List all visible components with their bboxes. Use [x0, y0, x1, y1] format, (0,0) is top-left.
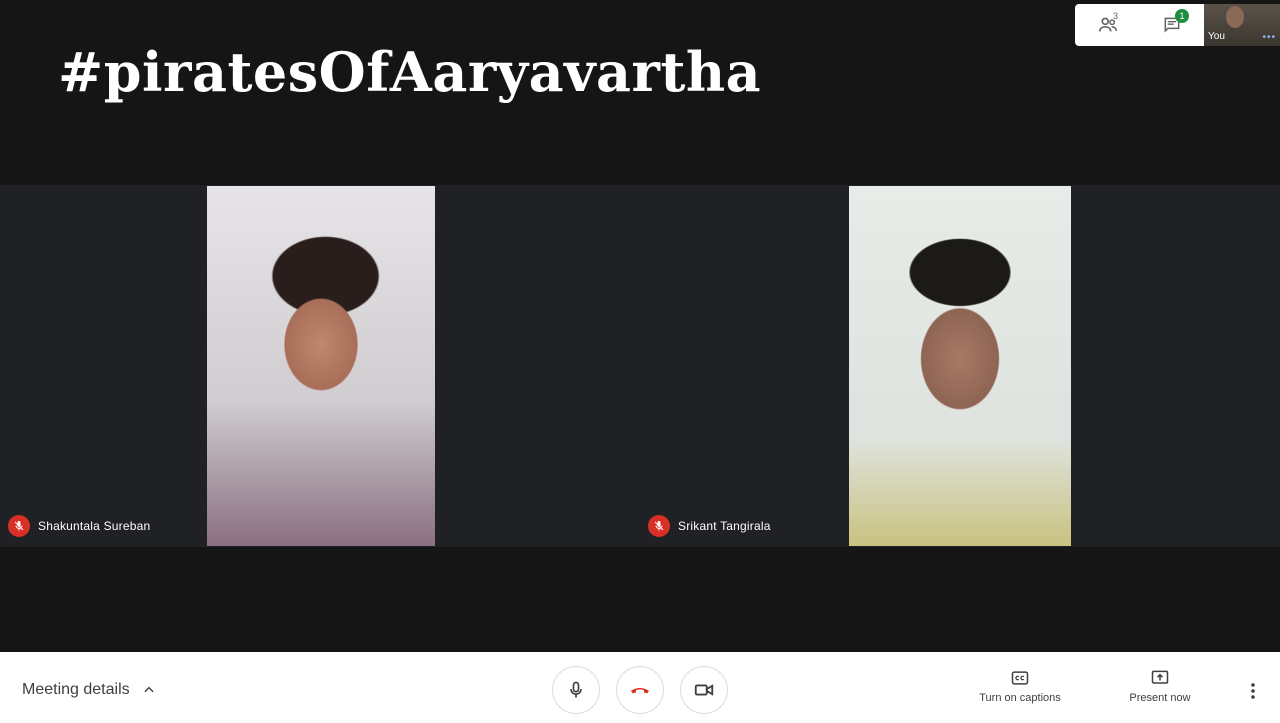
more-vert-icon	[1251, 683, 1255, 699]
self-label: You	[1208, 31, 1225, 42]
participant-name: Shakuntala Sureban	[38, 519, 151, 533]
mic-icon	[570, 681, 582, 698]
meeting-stage: #piratesOfAaryavartha Shakuntala Sureban…	[0, 0, 1280, 652]
closed-caption-icon	[1011, 671, 1029, 685]
chevron-up-icon	[144, 686, 154, 693]
self-more-icon[interactable]: •••	[1262, 32, 1276, 43]
participant-video	[207, 186, 435, 546]
present-screen-icon	[1151, 670, 1169, 684]
more-options-button[interactable]	[1246, 682, 1260, 700]
self-video	[1226, 6, 1244, 28]
participant-video	[849, 186, 1071, 546]
captions-button[interactable]: Turn on captions	[970, 668, 1070, 704]
mic-off-icon	[8, 515, 30, 537]
phone-hangup-icon	[631, 688, 649, 694]
participant-tile[interactable]: Srikant Tangirala	[640, 185, 1280, 547]
participant-tile[interactable]: Shakuntala Sureban	[0, 185, 640, 547]
people-count: 3	[1113, 11, 1119, 21]
videocam-icon	[694, 684, 714, 696]
captions-label: Turn on captions	[979, 692, 1061, 704]
overlay-title: #piratesOfAaryavartha	[58, 40, 762, 104]
meeting-details-button[interactable]: Meeting details	[22, 681, 156, 699]
mic-button[interactable]	[552, 666, 600, 714]
top-right-panel: 3 1 You •••	[1075, 4, 1280, 46]
participant-name-tag: Srikant Tangirala	[648, 515, 771, 537]
camera-button[interactable]	[680, 666, 728, 714]
mic-off-icon	[648, 515, 670, 537]
self-view[interactable]: You •••	[1204, 4, 1280, 46]
bottom-control-bar: Meeting details Turn on captions Present…	[0, 652, 1280, 723]
participant-name-tag: Shakuntala Sureban	[8, 515, 150, 537]
present-label: Present now	[1129, 692, 1191, 704]
present-now-button[interactable]: Present now	[1112, 668, 1208, 704]
participant-name: Srikant Tangirala	[678, 519, 771, 533]
participant-grid: Shakuntala Sureban Srikant Tangirala	[0, 185, 1280, 547]
chat-badge: 1	[1175, 9, 1189, 23]
leave-call-button[interactable]	[616, 666, 664, 714]
meeting-details-label: Meeting details	[22, 681, 130, 698]
